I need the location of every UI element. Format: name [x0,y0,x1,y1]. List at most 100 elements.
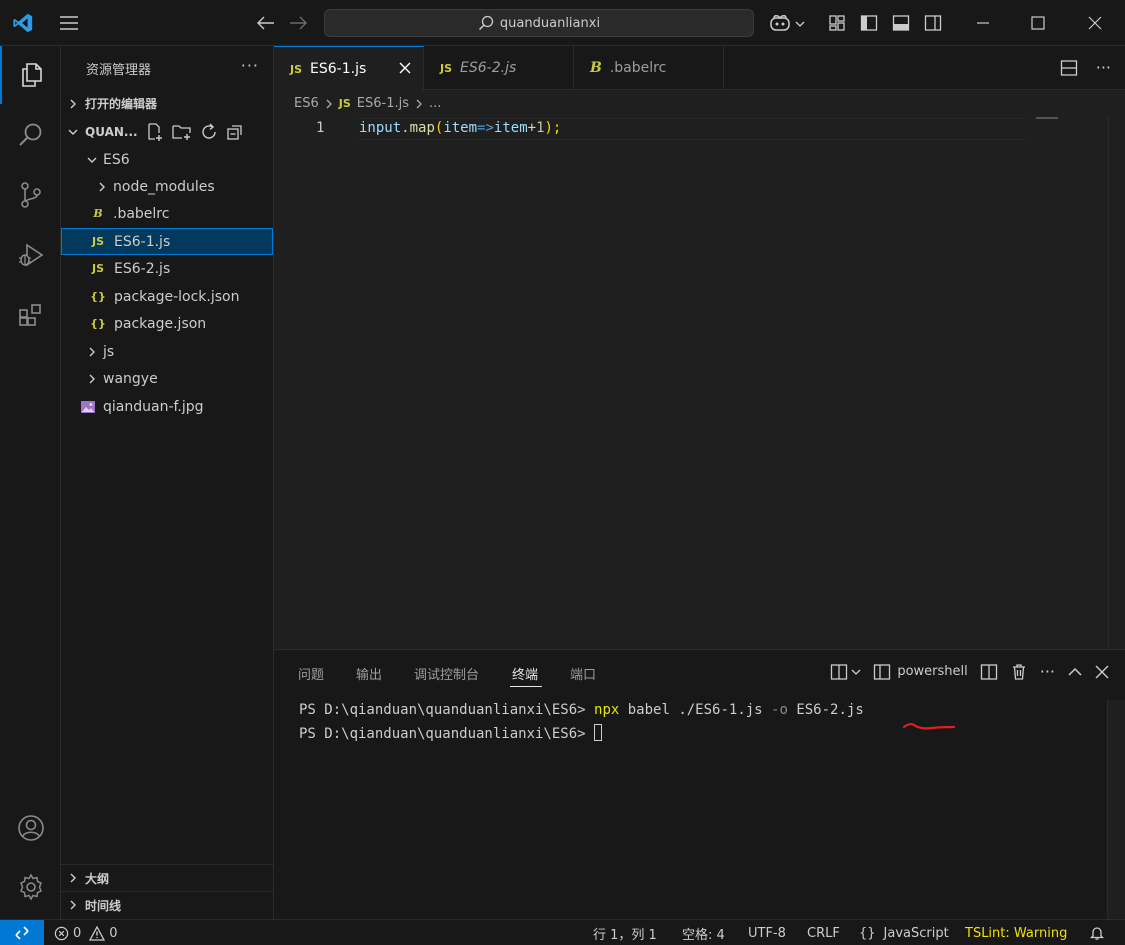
maximize-icon[interactable] [1015,0,1061,46]
breadcrumb-file[interactable]: ES6-1.js [357,96,409,111]
close-panel-icon[interactable] [1095,665,1109,679]
command-center-search[interactable]: quanduanlianxi [324,9,754,37]
encoding[interactable]: UTF-8 [748,920,786,945]
tree-label: package.json [114,315,207,332]
tree-label: ES6-2.js [114,260,171,277]
tree-folder-es6[interactable]: ES6 [61,146,273,173]
terminal-cmd-npx: npx [594,702,620,718]
tab-es6-2[interactable]: JS ES6-2.js [424,46,574,90]
tab-label: ES6-2.js [460,60,517,76]
tree-label: wangye [103,370,158,387]
js-file-icon: JS [440,61,453,75]
tab-problems[interactable]: 问题 [298,664,324,683]
braces-icon: {} [859,925,876,941]
language-mode[interactable]: {} JavaScript [859,920,949,945]
minimize-icon[interactable] [960,0,1006,46]
chevron-down-icon [81,155,103,165]
new-terminal-dropdown[interactable] [830,663,861,681]
tree-label: js [103,343,115,360]
token-param: item [443,120,478,136]
tree-folder-js[interactable]: js [61,338,273,365]
open-editors-section[interactable]: 打开的编辑器 [61,90,273,117]
code-line[interactable]: input.map(item=>item+1); [359,120,561,136]
split-icon[interactable] [980,663,998,681]
terminal-scrollbar[interactable] [1107,700,1125,920]
editor-scrollbar[interactable] [1108,117,1109,649]
terminal-line-1[interactable]: PS D:\qianduan\quanduanlianxi\ES6> npx b… [299,702,864,718]
tslint-status[interactable]: TSLint: Warning [965,920,1067,945]
code-editor[interactable]: 1 input.map(item=>item+1); [274,117,1125,649]
tab-terminal[interactable]: 终端 [512,664,538,683]
cursor-position[interactable]: 行 1，列 1 [593,920,657,945]
breadcrumb-folder[interactable]: ES6 [294,96,319,111]
tree-folder-node-modules[interactable]: node_modules [61,173,273,200]
breadcrumb-symbols[interactable]: ... [429,96,441,111]
refresh-icon[interactable] [200,123,218,141]
tree-file-qianduan-jpg[interactable]: qianduan-f.jpg [61,393,273,420]
explorer-icon[interactable] [0,46,61,104]
js-file-icon: JS [91,235,104,248]
accounts-icon[interactable] [0,799,61,857]
tab-label: .babelrc [609,60,667,76]
problems-status[interactable]: 0 0 [54,920,118,945]
collapse-all-icon[interactable] [226,123,244,141]
tree-file-babelrc[interactable]: B .babelrc [61,200,273,227]
back-arrow-icon[interactable] [252,0,280,46]
tree-label: ES6 [103,151,130,168]
copilot-icon[interactable] [766,0,808,46]
minimap[interactable] [1036,117,1058,119]
trash-icon[interactable] [1010,663,1028,681]
forward-arrow-icon[interactable] [284,0,312,46]
notifications-bell-icon[interactable] [1089,920,1105,945]
split-editor-icon[interactable] [1060,59,1078,77]
error-icon [54,926,69,941]
tree-file-es6-1[interactable]: JS ES6-1.js [61,228,273,255]
token-punct: . [401,120,410,136]
toggle-secondary-sidebar-icon[interactable] [920,0,946,46]
babel-file-icon: B [590,60,602,76]
toggle-panel-icon[interactable] [888,0,914,46]
maximize-panel-icon[interactable] [1067,664,1083,680]
tree-file-es6-2[interactable]: JS ES6-2.js [61,255,273,282]
tab-es6-1[interactable]: JS ES6-1.js [274,46,424,91]
terminal-shell-selector[interactable]: powershell [873,663,968,681]
source-control-icon[interactable] [0,166,61,224]
new-file-icon[interactable] [146,122,164,141]
remote-indicator[interactable] [0,920,44,945]
tab-output[interactable]: 输出 [356,664,382,683]
new-folder-icon[interactable] [171,123,192,141]
bottom-panel: 问题 输出 调试控制台 终端 端口 powershell ··· PS D:\q… [274,649,1125,920]
language-label: JavaScript [883,925,949,941]
outline-section[interactable]: 大纲 [61,864,273,891]
tree-file-package-lock[interactable]: {} package-lock.json [61,283,273,310]
terminal-line-2[interactable]: PS D:\qianduan\quanduanlianxi\ES6> [299,724,603,742]
open-editors-label: 打开的编辑器 [85,97,158,111]
panel-more-icon[interactable]: ··· [1040,662,1055,681]
split-terminal-icon [830,663,848,681]
sidebar-more-icon[interactable]: ··· [241,56,259,75]
tab-babelrc[interactable]: B .babelrc [574,46,724,90]
close-tab-icon[interactable] [399,62,411,74]
tree-label: node_modules [113,178,215,195]
settings-gear-icon[interactable] [0,858,61,916]
tree-label: .babelrc [113,205,170,222]
run-debug-icon[interactable] [0,226,61,284]
indentation[interactable]: 空格: 4 [682,920,725,945]
tab-ports[interactable]: 端口 [570,664,596,683]
project-section[interactable]: QUAN... [61,118,273,145]
toggle-primary-sidebar-icon[interactable] [856,0,882,46]
line-number: 1 [316,120,325,136]
timeline-section[interactable]: 时间线 [61,891,273,918]
tree-label: qianduan-f.jpg [103,398,204,415]
customize-layout-icon[interactable] [824,0,850,46]
close-window-icon[interactable] [1072,0,1118,46]
tree-folder-wangye[interactable]: wangye [61,365,273,392]
tree-file-package-json[interactable]: {} package.json [61,310,273,337]
explorer-sidebar: 资源管理器 ··· 打开的编辑器 QUAN... ES6 node_module… [61,46,274,919]
tab-debug-console[interactable]: 调试控制台 [414,664,479,683]
extensions-icon[interactable] [0,286,61,344]
end-of-line[interactable]: CRLF [807,920,840,945]
editor-more-icon[interactable]: ··· [1096,58,1111,77]
search-view-icon[interactable] [0,106,61,164]
menu-icon[interactable] [54,0,84,46]
